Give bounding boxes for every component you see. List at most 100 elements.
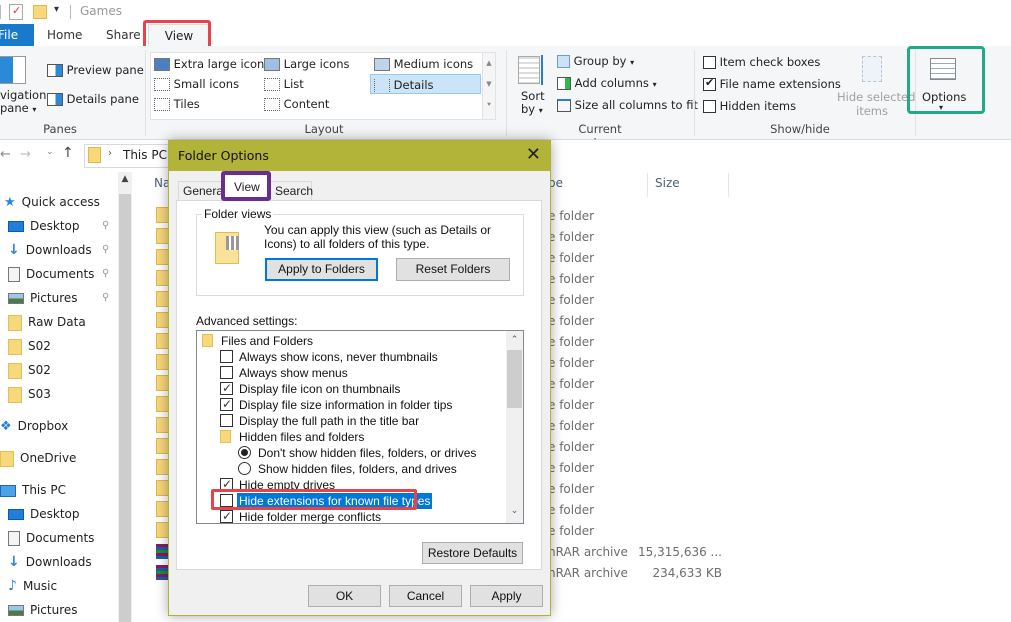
nav-item-s02[interactable]: S02 xyxy=(8,334,118,358)
file-name-extensions-toggle[interactable]: File name extensions xyxy=(703,76,841,91)
checkbox[interactable] xyxy=(220,366,233,379)
layout-tiles[interactable]: Tiles xyxy=(154,94,200,114)
medium-icons-icon xyxy=(374,58,390,71)
expand-gallery-icon[interactable]: ⯆ xyxy=(483,95,495,116)
details-icon xyxy=(374,79,390,92)
new-folder-icon[interactable] xyxy=(33,5,47,19)
preview-pane-icon xyxy=(47,64,63,77)
scroll-up-icon[interactable]: ▲ xyxy=(483,53,495,74)
nav-item-onedrive[interactable]: OneDrive xyxy=(0,446,118,470)
apply-button[interactable]: Apply xyxy=(470,585,543,607)
hidden-items-toggle[interactable]: Hidden items xyxy=(703,99,796,113)
nav-item-documents[interactable]: Documents ⚲ xyxy=(8,262,118,286)
tab-file-label: File xyxy=(0,28,19,42)
setting-label: Always show icons, never thumbnails xyxy=(239,350,438,364)
layout-large-icons[interactable]: Large icons xyxy=(264,54,350,74)
tab-search[interactable]: Search xyxy=(270,181,313,201)
tab-general[interactable]: General xyxy=(178,181,226,201)
layout-item-label: Large icons xyxy=(283,57,350,71)
customize-quick-access-icon[interactable]: ▾ xyxy=(54,4,59,15)
tab-share[interactable]: Share xyxy=(106,24,141,46)
layout-medium-icons[interactable]: Medium icons xyxy=(374,54,473,74)
nav-item-music[interactable]: ♪ Music xyxy=(8,574,118,598)
scroll-up-icon[interactable]: ⌃ xyxy=(507,335,522,345)
cancel-button[interactable]: Cancel xyxy=(389,585,462,607)
up-button[interactable]: ↑ xyxy=(62,145,74,161)
scrollbar-thumb[interactable] xyxy=(507,350,522,408)
nav-item-s02[interactable]: S02 xyxy=(8,358,118,382)
restore-defaults-button[interactable]: Restore Defaults xyxy=(422,542,523,564)
ok-button[interactable]: OK xyxy=(308,585,381,607)
nav-item-dropbox[interactable]: ❖ Dropbox xyxy=(0,414,118,438)
forward-button[interactable]: → xyxy=(20,147,31,162)
scroll-down-icon[interactable]: ▼ xyxy=(483,74,495,95)
nav-item-documents[interactable]: Documents xyxy=(8,526,118,550)
properties-icon[interactable] xyxy=(9,4,23,20)
add-columns-button[interactable]: Add columns ▾ xyxy=(557,76,657,90)
apply-to-folders-button[interactable]: Apply to Folders xyxy=(265,258,378,281)
recent-locations-button[interactable]: ⌄ xyxy=(46,147,54,157)
dialog-title-bar[interactable]: Folder Options ✕ xyxy=(169,141,550,171)
layout-content[interactable]: Content xyxy=(264,94,329,114)
pin-icon[interactable]: ⚲ xyxy=(102,262,109,286)
layout-small-icons[interactable]: Small icons xyxy=(154,74,239,94)
folder-views-legend: Folder views xyxy=(202,207,274,221)
back-button[interactable]: ← xyxy=(0,147,11,162)
file-type: e folder xyxy=(548,440,595,454)
pin-icon[interactable]: ⚲ xyxy=(102,286,109,310)
nav-item-desktop[interactable]: Desktop xyxy=(8,502,118,526)
nav-item-pictures[interactable]: Pictures ⚲ xyxy=(8,286,118,310)
layout-list[interactable]: List xyxy=(264,74,304,94)
file-type: e folder xyxy=(548,419,595,433)
column-header-size[interactable]: Size xyxy=(655,176,680,190)
navigation-pane-button-line2[interactable]: pane ▾ xyxy=(0,101,36,115)
tab-home[interactable]: Home xyxy=(47,24,82,46)
nav-item-downloads[interactable]: ↓ Downloads xyxy=(8,550,118,574)
group-by-button[interactable]: Group by ▾ xyxy=(557,54,634,68)
file-type: e folder xyxy=(548,272,595,286)
reset-folders-button[interactable]: Reset Folders xyxy=(396,258,510,281)
radio-button[interactable] xyxy=(238,462,251,475)
sort-by-button[interactable]: Sort xyxy=(521,89,545,103)
layout-extra-large-icons[interactable]: Extra large icons xyxy=(154,54,270,74)
layout-details[interactable]: Details xyxy=(370,74,481,94)
scroll-down-icon[interactable]: ⌄ xyxy=(507,506,522,516)
pin-icon[interactable]: ⚲ xyxy=(102,214,109,238)
checkbox[interactable] xyxy=(220,508,233,524)
sort-by-icon[interactable] xyxy=(518,56,540,84)
document-icon xyxy=(8,531,20,546)
pin-icon[interactable]: ⚲ xyxy=(102,238,109,262)
navigation-pane-icon[interactable] xyxy=(0,56,26,84)
size-all-columns-button[interactable]: Size all columns to fit xyxy=(557,98,698,112)
close-button[interactable]: ✕ xyxy=(526,144,541,165)
details-pane-button[interactable]: Details pane xyxy=(47,92,139,106)
nav-item-s03[interactable]: S03 xyxy=(8,382,118,406)
scroll-up-icon[interactable]: ▲ xyxy=(119,174,131,188)
item-check-boxes-checkbox[interactable] xyxy=(703,56,716,69)
item-check-boxes-toggle[interactable]: Item check boxes xyxy=(703,55,820,69)
checkbox[interactable] xyxy=(220,350,233,363)
checkbox[interactable] xyxy=(220,380,233,396)
radio-button[interactable] xyxy=(238,446,251,459)
nav-item-desktop[interactable]: Desktop ⚲ xyxy=(8,214,118,238)
checkbox[interactable] xyxy=(220,414,233,427)
hide-selected-items-button[interactable]: Hide selected items xyxy=(837,90,915,118)
breadcrumb-this-pc[interactable]: This PC xyxy=(123,148,167,162)
nav-item-pictures[interactable]: Pictures xyxy=(8,598,118,622)
tab-file[interactable]: File xyxy=(0,24,34,46)
hidden-items-checkbox[interactable] xyxy=(703,100,716,113)
nav-item-label: S02 xyxy=(28,363,51,377)
scrollbar-thumb[interactable] xyxy=(119,194,131,622)
nav-item-quick-access[interactable]: ★ Quick access xyxy=(4,190,118,214)
checkbox[interactable] xyxy=(220,396,233,412)
nav-item-this-pc[interactable]: This PC xyxy=(0,478,118,502)
list-icon xyxy=(264,78,280,91)
layout-gallery-scroll[interactable]: ▲ ▼ ⯆ xyxy=(482,53,495,119)
navigation-pane-button[interactable]: vigation xyxy=(0,88,46,102)
nav-item-downloads[interactable]: ↓ Downloads ⚲ xyxy=(8,238,118,262)
nav-item-raw-data[interactable]: Raw Data xyxy=(8,310,118,334)
preview-pane-button[interactable]: Preview pane xyxy=(47,63,144,77)
sort-by-button-line2[interactable]: by ▾ xyxy=(521,102,543,116)
desktop-icon xyxy=(8,509,24,520)
file-name-extensions-checkbox[interactable] xyxy=(703,76,716,91)
